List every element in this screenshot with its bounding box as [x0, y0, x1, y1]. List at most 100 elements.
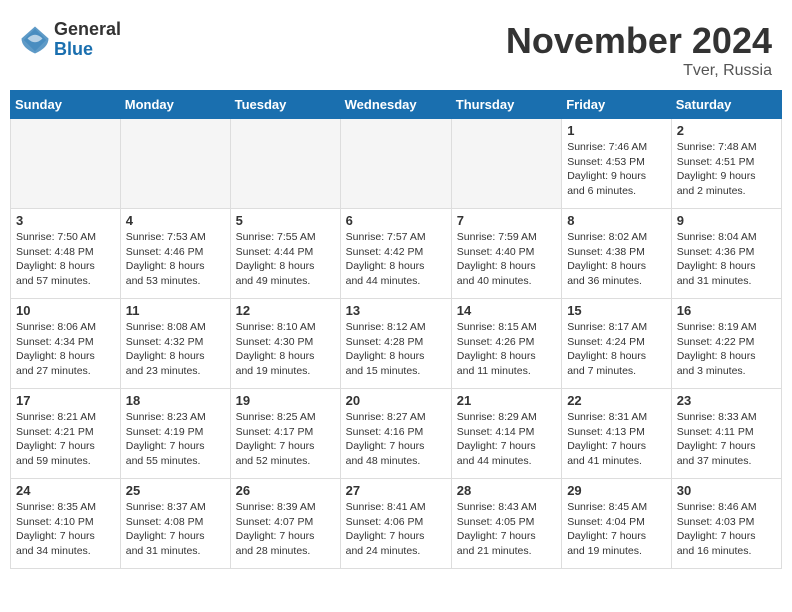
- weekday-header-saturday: Saturday: [671, 91, 781, 119]
- calendar-cell: 9 Sunrise: 8:04 AM Sunset: 4:36 PM Daylig…: [671, 209, 781, 299]
- day-number: 27: [346, 483, 446, 498]
- calendar-cell: 21 Sunrise: 8:29 AM Sunset: 4:14 PM Dayli…: [451, 389, 561, 479]
- day-info: Sunrise: 7:53 AM Sunset: 4:46 PM Dayligh…: [126, 230, 225, 289]
- calendar-cell: 8 Sunrise: 8:02 AM Sunset: 4:38 PM Daylig…: [562, 209, 672, 299]
- calendar-cell: 24 Sunrise: 8:35 AM Sunset: 4:10 PM Dayli…: [11, 479, 121, 569]
- day-number: 10: [16, 303, 115, 318]
- logo-icon: [20, 25, 50, 55]
- day-info: Sunrise: 8:10 AM Sunset: 4:30 PM Dayligh…: [236, 320, 335, 379]
- weekday-header-monday: Monday: [120, 91, 230, 119]
- week-row-2: 3Sunrise: 7:50 AM Sunset: 4:48 PM Daylig…: [11, 209, 782, 299]
- day-info: Sunrise: 8:43 AM Sunset: 4:05 PM Dayligh…: [457, 500, 556, 559]
- day-info: Sunrise: 8:41 AM Sunset: 4:06 PM Dayligh…: [346, 500, 446, 559]
- calendar-cell: 2Sunrise: 7:48 AM Sunset: 4:51 PM Daylig…: [671, 119, 781, 209]
- calendar-cell: 3Sunrise: 7:50 AM Sunset: 4:48 PM Daylig…: [11, 209, 121, 299]
- day-info: Sunrise: 8:37 AM Sunset: 4:08 PM Dayligh…: [126, 500, 225, 559]
- day-number: 2: [677, 123, 776, 138]
- calendar-cell: 13 Sunrise: 8:12 AM Sunset: 4:28 PM Dayli…: [340, 299, 451, 389]
- weekday-header-row: SundayMondayTuesdayWednesdayThursdayFrid…: [11, 91, 782, 119]
- calendar-cell: 10 Sunrise: 8:06 AM Sunset: 4:34 PM Dayli…: [11, 299, 121, 389]
- day-info: Sunrise: 8:39 AM Sunset: 4:07 PM Dayligh…: [236, 500, 335, 559]
- day-info: Sunrise: 8:23 AM Sunset: 4:19 PM Dayligh…: [126, 410, 225, 469]
- day-number: 16: [677, 303, 776, 318]
- logo-blue: Blue: [54, 40, 121, 60]
- calendar-cell: 20 Sunrise: 8:27 AM Sunset: 4:16 PM Dayli…: [340, 389, 451, 479]
- day-number: 11: [126, 303, 225, 318]
- title-area: November 2024 Tver, Russia: [506, 20, 772, 80]
- day-number: 19: [236, 393, 335, 408]
- week-row-5: 24 Sunrise: 8:35 AM Sunset: 4:10 PM Dayli…: [11, 479, 782, 569]
- day-number: 9: [677, 213, 776, 228]
- calendar-cell: 6 Sunrise: 7:57 AM Sunset: 4:42 PM Daylig…: [340, 209, 451, 299]
- day-number: 14: [457, 303, 556, 318]
- day-info: Sunrise: 8:19 AM Sunset: 4:22 PM Dayligh…: [677, 320, 776, 379]
- day-info: Sunrise: 8:06 AM Sunset: 4:34 PM Dayligh…: [16, 320, 115, 379]
- day-info: Sunrise: 8:15 AM Sunset: 4:26 PM Dayligh…: [457, 320, 556, 379]
- week-row-1: 1 Sunrise: 7:46 AM Sunset: 4:53 PM Daylig…: [11, 119, 782, 209]
- calendar-cell: 26 Sunrise: 8:39 AM Sunset: 4:07 PM Dayli…: [230, 479, 340, 569]
- weekday-header-wednesday: Wednesday: [340, 91, 451, 119]
- calendar-cell: 11 Sunrise: 8:08 AM Sunset: 4:32 PM Dayli…: [120, 299, 230, 389]
- day-info: Sunrise: 8:27 AM Sunset: 4:16 PM Dayligh…: [346, 410, 446, 469]
- page-header: General Blue November 2024 Tver, Russia: [10, 10, 782, 85]
- day-info: Sunrise: 8:35 AM Sunset: 4:10 PM Dayligh…: [16, 500, 115, 559]
- day-number: 23: [677, 393, 776, 408]
- day-info: Sunrise: 8:04 AM Sunset: 4:36 PM Dayligh…: [677, 230, 776, 289]
- calendar-cell: [11, 119, 121, 209]
- day-info: Sunrise: 8:08 AM Sunset: 4:32 PM Dayligh…: [126, 320, 225, 379]
- day-info: Sunrise: 7:46 AM Sunset: 4:53 PM Dayligh…: [567, 140, 666, 199]
- calendar-cell: 25Sunrise: 8:37 AM Sunset: 4:08 PM Dayli…: [120, 479, 230, 569]
- calendar-cell: 15Sunrise: 8:17 AM Sunset: 4:24 PM Dayli…: [562, 299, 672, 389]
- day-info: Sunrise: 8:45 AM Sunset: 4:04 PM Dayligh…: [567, 500, 666, 559]
- day-number: 13: [346, 303, 446, 318]
- day-info: Sunrise: 8:02 AM Sunset: 4:38 PM Dayligh…: [567, 230, 666, 289]
- calendar-cell: [451, 119, 561, 209]
- day-number: 4: [126, 213, 225, 228]
- location: Tver, Russia: [506, 62, 772, 80]
- day-number: 17: [16, 393, 115, 408]
- day-number: 7: [457, 213, 556, 228]
- day-info: Sunrise: 8:33 AM Sunset: 4:11 PM Dayligh…: [677, 410, 776, 469]
- calendar-cell: 17 Sunrise: 8:21 AM Sunset: 4:21 PM Dayli…: [11, 389, 121, 479]
- day-number: 20: [346, 393, 446, 408]
- day-number: 22: [567, 393, 666, 408]
- calendar-cell: 18 Sunrise: 8:23 AM Sunset: 4:19 PM Dayli…: [120, 389, 230, 479]
- calendar-cell: 22Sunrise: 8:31 AM Sunset: 4:13 PM Dayli…: [562, 389, 672, 479]
- calendar-cell: 28 Sunrise: 8:43 AM Sunset: 4:05 PM Dayli…: [451, 479, 561, 569]
- logo: General Blue: [20, 20, 121, 60]
- day-info: Sunrise: 7:55 AM Sunset: 4:44 PM Dayligh…: [236, 230, 335, 289]
- calendar-cell: 1 Sunrise: 7:46 AM Sunset: 4:53 PM Daylig…: [562, 119, 672, 209]
- calendar-cell: 19Sunrise: 8:25 AM Sunset: 4:17 PM Dayli…: [230, 389, 340, 479]
- weekday-header-friday: Friday: [562, 91, 672, 119]
- calendar-cell: [340, 119, 451, 209]
- day-info: Sunrise: 8:12 AM Sunset: 4:28 PM Dayligh…: [346, 320, 446, 379]
- week-row-3: 10 Sunrise: 8:06 AM Sunset: 4:34 PM Dayli…: [11, 299, 782, 389]
- logo-text: General Blue: [54, 20, 121, 60]
- day-number: 18: [126, 393, 225, 408]
- day-info: Sunrise: 8:29 AM Sunset: 4:14 PM Dayligh…: [457, 410, 556, 469]
- weekday-header-sunday: Sunday: [11, 91, 121, 119]
- day-info: Sunrise: 7:59 AM Sunset: 4:40 PM Dayligh…: [457, 230, 556, 289]
- calendar-cell: 14 Sunrise: 8:15 AM Sunset: 4:26 PM Dayli…: [451, 299, 561, 389]
- calendar-cell: 12Sunrise: 8:10 AM Sunset: 4:30 PM Dayli…: [230, 299, 340, 389]
- day-number: 21: [457, 393, 556, 408]
- day-number: 1: [567, 123, 666, 138]
- calendar-cell: 7 Sunrise: 7:59 AM Sunset: 4:40 PM Daylig…: [451, 209, 561, 299]
- calendar-cell: 16 Sunrise: 8:19 AM Sunset: 4:22 PM Dayli…: [671, 299, 781, 389]
- day-number: 26: [236, 483, 335, 498]
- calendar-cell: [230, 119, 340, 209]
- calendar-cell: 27 Sunrise: 8:41 AM Sunset: 4:06 PM Dayli…: [340, 479, 451, 569]
- day-number: 15: [567, 303, 666, 318]
- day-number: 6: [346, 213, 446, 228]
- day-number: 28: [457, 483, 556, 498]
- day-info: Sunrise: 8:21 AM Sunset: 4:21 PM Dayligh…: [16, 410, 115, 469]
- day-number: 30: [677, 483, 776, 498]
- day-number: 5: [236, 213, 335, 228]
- calendar: SundayMondayTuesdayWednesdayThursdayFrid…: [10, 90, 782, 569]
- week-row-4: 17 Sunrise: 8:21 AM Sunset: 4:21 PM Dayli…: [11, 389, 782, 479]
- weekday-header-tuesday: Tuesday: [230, 91, 340, 119]
- month-title: November 2024: [506, 20, 772, 62]
- day-number: 8: [567, 213, 666, 228]
- day-number: 24: [16, 483, 115, 498]
- day-info: Sunrise: 7:57 AM Sunset: 4:42 PM Dayligh…: [346, 230, 446, 289]
